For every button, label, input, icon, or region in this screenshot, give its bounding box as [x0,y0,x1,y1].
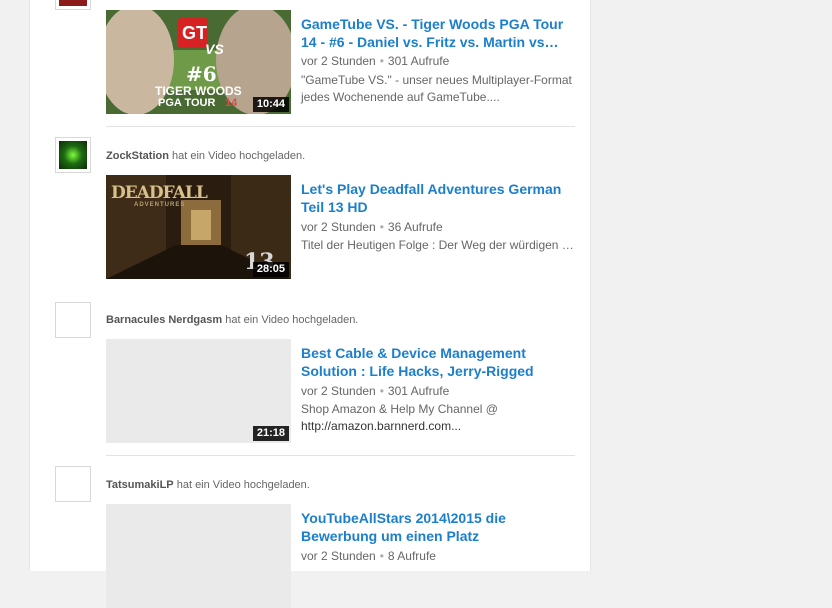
video-thumbnail[interactable]: DEADFALL ADVENTURES 13 28:05 [106,175,291,279]
video-title-link[interactable]: YouTubeAllStars 2014\2015 die Bewerbung … [301,509,581,545]
meta-separator: • [379,220,384,234]
video-duration: 21:18 [252,426,289,441]
description-text: Shop Amazon & Help My Channel @ [301,402,498,416]
description-link[interactable]: http://amazon.barnnerd.com... [301,419,461,433]
upload-time: vor 2 Stunden [301,220,376,234]
channel-name-link[interactable]: Barnacules Nerdgasm [106,314,222,326]
video-description: "GameTube VS." - unser neues Multiplayer… [301,73,572,104]
video-thumbnail[interactable]: 21:18 [106,339,291,443]
video-meta: vor 2 Stunden • 301 Aufrufe [301,384,449,398]
thumbnail-game-title-2: PGA TOUR [158,97,216,109]
video-meta: vor 2 Stunden • 8 Aufrufe [301,549,436,563]
video-meta: vor 2 Stunden • 301 Aufrufe [301,54,449,68]
video-duration: 10:44 [252,97,289,112]
channel-name-link[interactable]: TatsumakiLP [106,479,174,491]
video-title-link[interactable]: GameTube VS. - Tiger Woods PGA Tour 14 -… [301,15,581,51]
thumbnail-logo-subtext: ADVENTURES [134,202,186,208]
view-count: 8 Aufrufe [387,549,436,563]
thumbnail-vs-text: VS [205,41,224,57]
upload-time: vor 2 Stunden [301,384,376,398]
activity-text: hat ein Video hochgeladen. [225,314,359,326]
view-count: 301 Aufrufe [387,384,450,398]
video-meta: vor 2 Stunden • 36 Aufrufe [301,220,443,234]
upload-activity-line: ZockStation hat ein Video hochgeladen. [106,150,305,162]
upload-time: vor 2 Stunden [301,54,376,68]
channel-avatar[interactable] [55,466,91,502]
upload-time: vor 2 Stunden [301,549,376,563]
video-duration: 28:05 [252,262,289,277]
video-description: Shop Amazon & Help My Channel @ http://a… [301,401,581,435]
video-title-link[interactable]: Best Cable & Device Management Solution … [301,344,581,380]
thumbnail-logo-text: DEADFALL [111,183,208,203]
video-thumbnail[interactable]: GT VS #6 TIGER WOODS PGA TOUR 14 10:44 [106,10,291,114]
upload-activity-line: Barnacules Nerdgasm hat ein Video hochge… [106,314,358,326]
thumbnail-episode-number: #6 [186,62,217,86]
video-thumbnail[interactable] [106,504,291,608]
activity-feed: GT VS #6 TIGER WOODS PGA TOUR 14 10:44 G… [29,0,591,608]
activity-text: hat ein Video hochgeladen. [172,150,306,162]
meta-separator: • [379,549,384,563]
video-title-link[interactable]: Let's Play Deadfall Adventures German Te… [301,180,581,216]
view-count: 36 Aufrufe [387,220,443,234]
activity-text: hat ein Video hochgeladen. [176,479,310,491]
upload-activity-line: TatsumakiLP hat ein Video hochgeladen. [106,479,310,491]
thumbnail-game-title-1: TIGER WOODS [155,84,242,98]
view-count: 301 Aufrufe [387,54,450,68]
meta-separator: • [379,54,384,68]
channel-avatar[interactable] [55,302,91,338]
channel-avatar[interactable] [55,0,91,10]
video-description: Titel der Heutigen Folge : Der Weg der w… [301,238,574,252]
feed-divider [106,126,575,127]
channel-name-link[interactable]: ZockStation [106,150,169,162]
channel-avatar[interactable] [55,137,91,173]
meta-separator: • [379,384,384,398]
thumbnail-badge-text: GT [182,23,207,43]
thumbnail-game-year: 14 [225,97,238,109]
feed-divider [106,455,575,456]
